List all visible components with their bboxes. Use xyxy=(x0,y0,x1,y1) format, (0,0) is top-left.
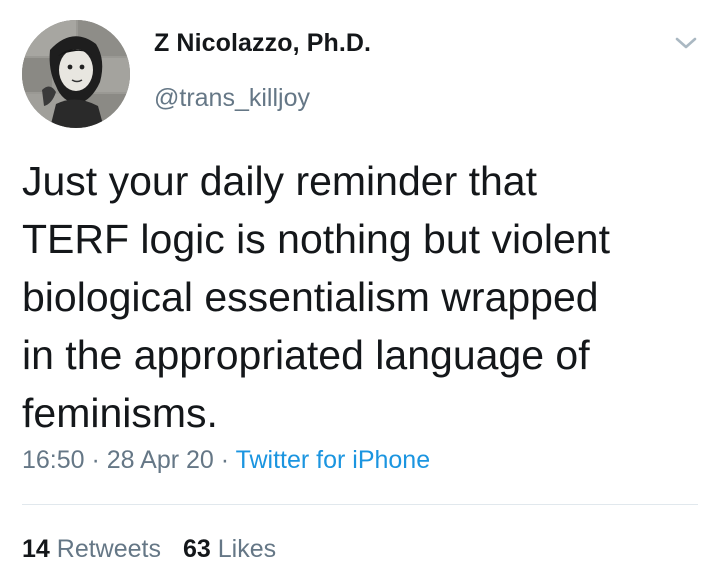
likes-count: 63 xyxy=(182,535,211,563)
retweets-count: 14 xyxy=(22,535,50,563)
tweet-text: Just your daily reminder that TERF logic… xyxy=(22,158,610,436)
tweet-date[interactable]: 28 Apr 20 xyxy=(107,446,214,474)
profile-photo-icon xyxy=(22,20,130,128)
retweets-stat[interactable]: 14 Retweets xyxy=(22,535,161,563)
divider xyxy=(22,504,698,505)
tweet-source-link[interactable]: Twitter for iPhone xyxy=(236,446,431,474)
tweet-stats: 14 Retweets 63 Likes xyxy=(22,535,276,564)
meta-separator: · xyxy=(84,446,107,474)
author-handle[interactable]: @trans_killjoy xyxy=(154,84,310,113)
tweet-meta: 16:50 · 28 Apr 20 · Twitter for iPhone xyxy=(22,446,430,475)
chevron-down-icon[interactable] xyxy=(674,34,698,52)
author-name[interactable]: Z Nicolazzo, Ph.D. xyxy=(154,29,371,58)
tweet-card: Z Nicolazzo, Ph.D. @trans_killjoy Just y… xyxy=(0,0,720,585)
meta-separator: · xyxy=(213,446,236,474)
avatar[interactable] xyxy=(22,20,130,128)
likes-label: Likes xyxy=(217,535,277,563)
retweets-label: Retweets xyxy=(56,535,161,563)
tweet-time[interactable]: 16:50 xyxy=(22,446,85,474)
likes-stat[interactable]: 63 Likes xyxy=(183,535,276,563)
